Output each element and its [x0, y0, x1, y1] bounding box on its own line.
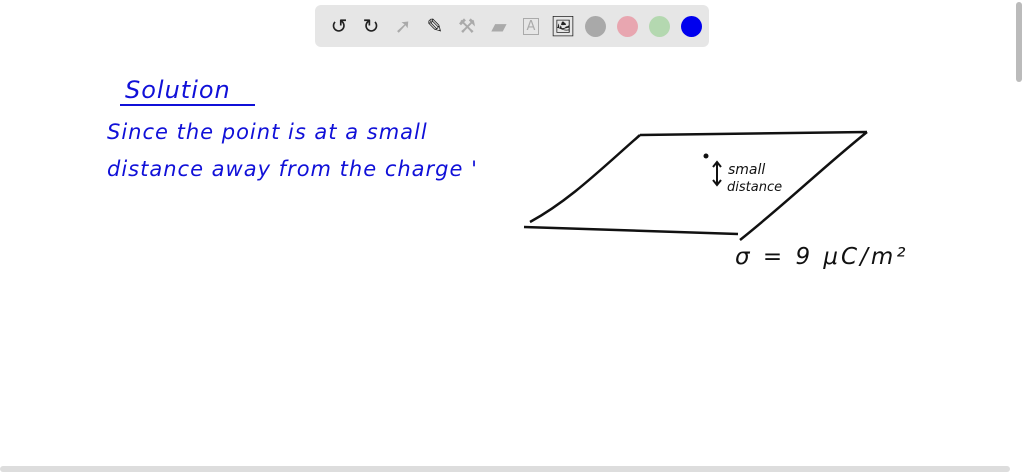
- label-distance: distance: [727, 180, 783, 195]
- label-small: small: [728, 162, 766, 178]
- horizontal-scrollbar[interactable]: [0, 466, 1010, 472]
- vertical-scrollbar[interactable]: [1016, 2, 1022, 82]
- charge-density: σ = 9 μC/m²: [735, 244, 909, 270]
- plane-sketch: [523, 130, 868, 241]
